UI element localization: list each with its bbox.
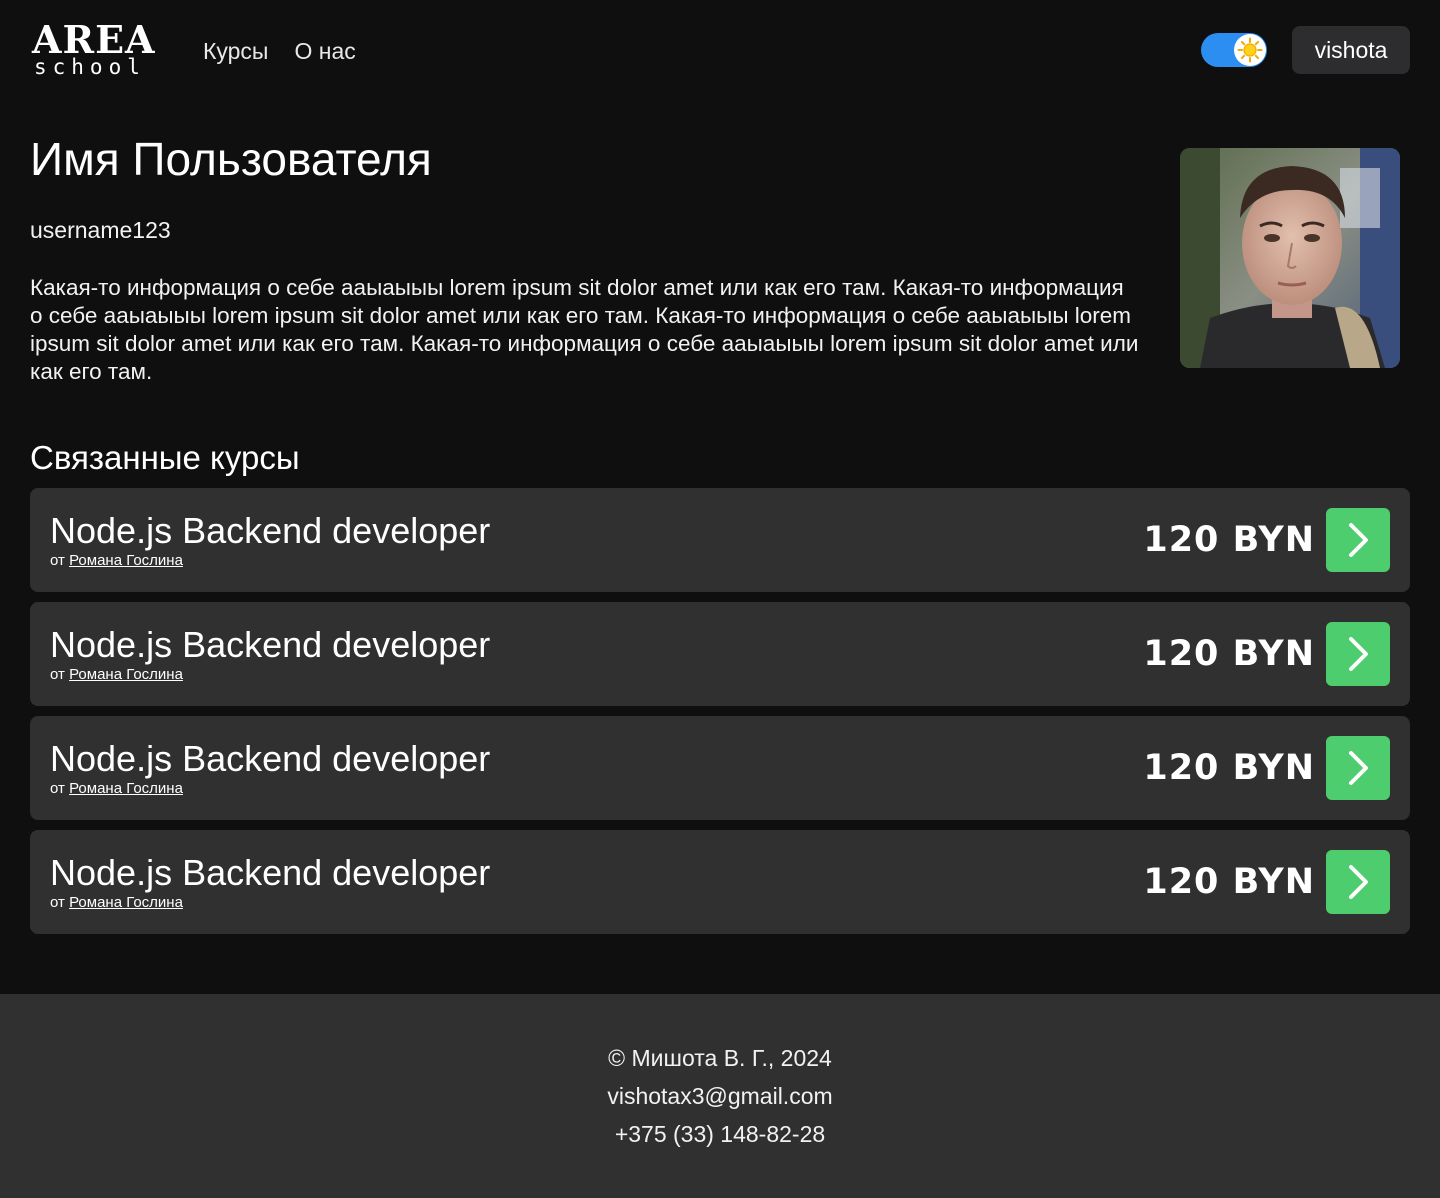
profile-name: Имя Пользователя xyxy=(30,133,432,185)
course-author-link[interactable]: Романа Гослина xyxy=(69,894,183,911)
footer-phone[interactable]: +375 (33) 148-82-28 xyxy=(0,1119,1440,1149)
course-price: 120 BYN xyxy=(1143,520,1315,560)
profile-avatar xyxy=(1180,148,1400,368)
profile-username: username123 xyxy=(30,217,171,243)
course-author: от Романа Гослина xyxy=(50,666,183,684)
course-author: от Романа Гослина xyxy=(50,780,183,798)
course-price: 120 BYN xyxy=(1143,748,1315,788)
course-price: 120 BYN xyxy=(1143,862,1315,902)
footer-email[interactable]: vishotax3@gmail.com xyxy=(0,1081,1440,1111)
course-title: Node.js Backend developer xyxy=(50,624,491,665)
chevron-right-icon xyxy=(1349,637,1368,671)
course-author: от Романа Гослина xyxy=(50,552,183,570)
logo-title: AREA xyxy=(32,17,156,62)
course-author-prefix: от xyxy=(50,894,65,911)
course-card[interactable]: Node.js Backend developer от Романа Госл… xyxy=(30,716,1410,820)
course-author-prefix: от xyxy=(50,666,65,683)
related-courses-title: Связанные курсы xyxy=(30,439,300,476)
profile-bio: Какая-то информация о себе ааыаыыы lorem… xyxy=(30,275,1139,384)
page: AREA school Курсы О нас vishota Имя Поль… xyxy=(0,0,1440,1198)
nav-link-about[interactable]: О нас xyxy=(294,36,355,66)
site-header: AREA school Курсы О нас vishota xyxy=(0,0,1440,100)
course-title: Node.js Backend developer xyxy=(50,510,491,551)
logo-subtitle: school xyxy=(34,55,146,79)
open-course-button[interactable] xyxy=(1326,736,1390,800)
course-author-link[interactable]: Романа Гослина xyxy=(69,552,183,569)
course-author-link[interactable]: Романа Гослина xyxy=(69,780,183,797)
nav-link-courses[interactable]: Курсы xyxy=(203,36,268,66)
course-author-link[interactable]: Романа Гослина xyxy=(69,666,183,683)
course-card[interactable]: Node.js Backend developer от Романа Госл… xyxy=(30,602,1410,706)
course-title: Node.js Backend developer xyxy=(50,738,491,779)
site-footer: © Мишота В. Г., 2024 vishotax3@gmail.com… xyxy=(0,994,1440,1198)
user-menu-button[interactable]: vishota xyxy=(1292,26,1410,74)
chevron-right-icon xyxy=(1349,751,1368,785)
logo[interactable]: AREA school xyxy=(32,20,162,80)
theme-toggle[interactable] xyxy=(1201,33,1267,67)
course-author: от Романа Гослина xyxy=(50,894,183,912)
theme-toggle-knob xyxy=(1234,34,1266,66)
course-price: 120 BYN xyxy=(1143,634,1315,674)
open-course-button[interactable] xyxy=(1326,622,1390,686)
course-card[interactable]: Node.js Backend developer от Романа Госл… xyxy=(30,488,1410,592)
chevron-right-icon xyxy=(1349,865,1368,899)
course-author-prefix: от xyxy=(50,780,65,797)
open-course-button[interactable] xyxy=(1326,850,1390,914)
open-course-button[interactable] xyxy=(1326,508,1390,572)
footer-copyright: © Мишота В. Г., 2024 xyxy=(608,1045,832,1071)
course-author-prefix: от xyxy=(50,552,65,569)
course-card[interactable]: Node.js Backend developer от Романа Госл… xyxy=(30,830,1410,934)
avatar-photo xyxy=(1180,148,1400,368)
main-nav: Курсы О нас xyxy=(203,36,356,66)
chevron-right-icon xyxy=(1349,523,1368,557)
sun-icon xyxy=(1237,37,1263,63)
course-title: Node.js Backend developer xyxy=(50,852,491,893)
course-list: Node.js Backend developer от Романа Госл… xyxy=(30,488,1410,944)
